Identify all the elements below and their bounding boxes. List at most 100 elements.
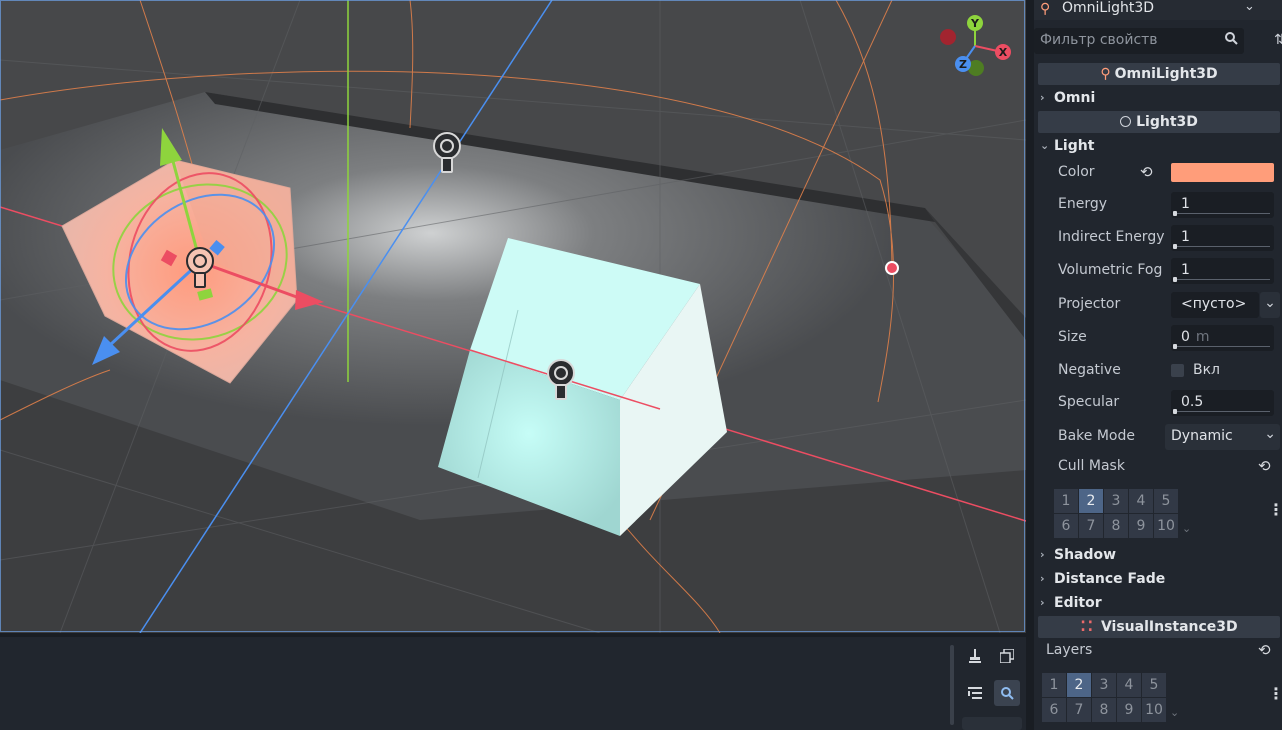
layer-cell[interactable]: 1 [1042, 673, 1066, 697]
bake-mode-label: Bake Mode [1058, 428, 1135, 444]
collapse-icon[interactable] [962, 680, 988, 706]
indirect-energy-slider[interactable]: 1 [1171, 225, 1274, 251]
indirect-energy-value: 1 [1181, 229, 1190, 245]
group-editor[interactable]: › Editor [1034, 592, 1282, 614]
omni-light-icon: ⚲ [1040, 1, 1051, 17]
bake-mode-select[interactable]: Dynamic ⌄ [1165, 424, 1280, 450]
class-header-label: OmniLight3D [1114, 66, 1218, 82]
chevron-right-icon: › [1040, 572, 1045, 585]
light3d-header-label: Light3D [1136, 114, 1198, 130]
layer-cell[interactable]: 9 [1117, 698, 1141, 722]
layer-cell[interactable]: 2 [1067, 673, 1091, 697]
negative-checkbox[interactable] [1171, 364, 1184, 377]
revert-icon[interactable]: ⟲ [1140, 163, 1153, 181]
property-projector: Projector <пусто> ⌄ [1034, 292, 1282, 318]
slider-knob[interactable] [1173, 409, 1177, 414]
sort-icon[interactable]: ⇅ [1274, 32, 1282, 48]
3d-viewport[interactable]: Y X Z [0, 0, 1026, 633]
layer-cell[interactable]: 7 [1067, 698, 1091, 722]
revert-icon[interactable]: ⟲ [1258, 641, 1271, 659]
slider-knob[interactable] [1173, 344, 1177, 349]
cull-mask-grid: 1 2 3 4 5 6 7 8 9 10 [1054, 489, 1184, 539]
visual-instance-icon: ⁚⁚ [1080, 619, 1095, 635]
slider-knob[interactable] [1173, 211, 1177, 216]
energy-label: Energy [1058, 196, 1108, 212]
chevron-down-icon: ⌄ [1264, 295, 1276, 311]
slider-knob[interactable] [1173, 277, 1177, 282]
cull-mask-layer[interactable]: 8 [1104, 514, 1128, 538]
group-distance-fade-label: Distance Fade [1054, 571, 1166, 587]
projector-resource-picker[interactable]: <пусто> [1171, 292, 1259, 318]
specular-label: Specular [1058, 394, 1120, 410]
volumetric-fog-value: 1 [1181, 262, 1190, 278]
volumetric-fog-slider[interactable]: 1 [1171, 258, 1274, 284]
slider-track [1173, 411, 1270, 412]
specular-slider[interactable]: 0.5 [1171, 390, 1274, 416]
cull-mask-layer[interactable]: 9 [1129, 514, 1153, 538]
color-swatch[interactable] [1171, 163, 1274, 182]
group-omni[interactable]: › Omni [1034, 87, 1282, 109]
chevron-right-icon: › [1040, 548, 1045, 561]
layers-label: Layers [1046, 642, 1093, 658]
search-icon[interactable] [994, 680, 1020, 706]
cull-mask-layer[interactable]: 3 [1104, 489, 1128, 513]
search-icon [1224, 31, 1238, 49]
size-value: 0 [1181, 329, 1190, 345]
chevron-right-icon: › [1040, 596, 1045, 609]
light3d-icon [1120, 116, 1132, 127]
indirect-energy-label: Indirect Energy [1058, 229, 1165, 245]
cull-mask-layer[interactable]: 7 [1079, 514, 1103, 538]
property-bake-mode: Bake Mode Dynamic ⌄ [1034, 424, 1282, 450]
chevron-down-icon: ⌄ [1244, 0, 1255, 14]
chevron-down-icon: ⌄ [1040, 139, 1050, 152]
toolbar-overflow [962, 717, 1022, 730]
more-options-icon[interactable]: ⋮ [1268, 500, 1282, 519]
scrollbar[interactable] [950, 645, 954, 725]
layer-cell[interactable]: 3 [1092, 673, 1116, 697]
cull-mask-layer[interactable]: 4 [1129, 489, 1153, 513]
cull-mask-layer[interactable]: 5 [1154, 489, 1178, 513]
property-color: Color ⟲ [1034, 160, 1282, 186]
group-light[interactable]: ⌄ Light [1034, 135, 1282, 157]
inspector-divider[interactable] [1026, 0, 1034, 730]
expand-icon[interactable]: ⌄ [1170, 706, 1179, 719]
group-shadow[interactable]: › Shadow [1034, 544, 1282, 566]
object-selector[interactable]: ⚲ OmniLight3D ⌄ [1034, 0, 1282, 20]
property-negative: Negative Вкл [1034, 358, 1282, 384]
group-omni-label: Omni [1054, 90, 1096, 106]
cull-mask-layer[interactable]: 6 [1054, 514, 1078, 538]
layer-cell[interactable]: 5 [1142, 673, 1166, 697]
projector-label: Projector [1058, 296, 1121, 312]
more-options-icon[interactable]: ⋮ [1268, 684, 1282, 703]
cull-mask-layer[interactable]: 10 [1154, 514, 1178, 538]
layer-cell[interactable]: 10 [1142, 698, 1166, 722]
clear-icon[interactable] [962, 643, 988, 669]
energy-slider[interactable]: 1 [1171, 192, 1274, 218]
property-indirect-energy: Indirect Energy 1 [1034, 225, 1282, 251]
expand-icon[interactable]: ⌄ [1182, 522, 1191, 535]
negative-label: Negative [1058, 362, 1121, 378]
slider-knob[interactable] [1173, 244, 1177, 249]
size-slider[interactable]: 0m [1171, 325, 1274, 351]
slider-track [1173, 213, 1270, 214]
viewport-canvas[interactable]: Y X Z [0, 0, 1026, 633]
revert-icon[interactable]: ⟲ [1258, 457, 1271, 475]
omni-light-icon: ⚲ [1100, 66, 1111, 82]
size-unit: m [1195, 329, 1210, 345]
class-header-omnilight3d: ⚲ OmniLight3D [1038, 63, 1280, 85]
property-filter-input[interactable]: Фильтр свойств [1034, 28, 1244, 54]
layer-cell[interactable]: 6 [1042, 698, 1066, 722]
layer-cell[interactable]: 8 [1092, 698, 1116, 722]
projector-dropdown-button[interactable]: ⌄ [1260, 292, 1280, 318]
layer-cell[interactable]: 4 [1117, 673, 1141, 697]
cull-mask-layer[interactable]: 2 [1079, 489, 1103, 513]
group-distance-fade[interactable]: › Distance Fade [1034, 568, 1282, 590]
volumetric-fog-label: Volumetric Fog [1058, 262, 1163, 278]
negative-toggle-label[interactable]: Вкл [1193, 362, 1220, 378]
energy-value: 1 [1181, 196, 1190, 212]
copy-icon[interactable] [994, 643, 1020, 669]
bottom-panel [0, 637, 1026, 730]
cull-mask-layer[interactable]: 1 [1054, 489, 1078, 513]
group-shadow-label: Shadow [1054, 547, 1117, 563]
class-header-visualinstance3d: ⁚⁚ VisualInstance3D [1038, 616, 1280, 638]
